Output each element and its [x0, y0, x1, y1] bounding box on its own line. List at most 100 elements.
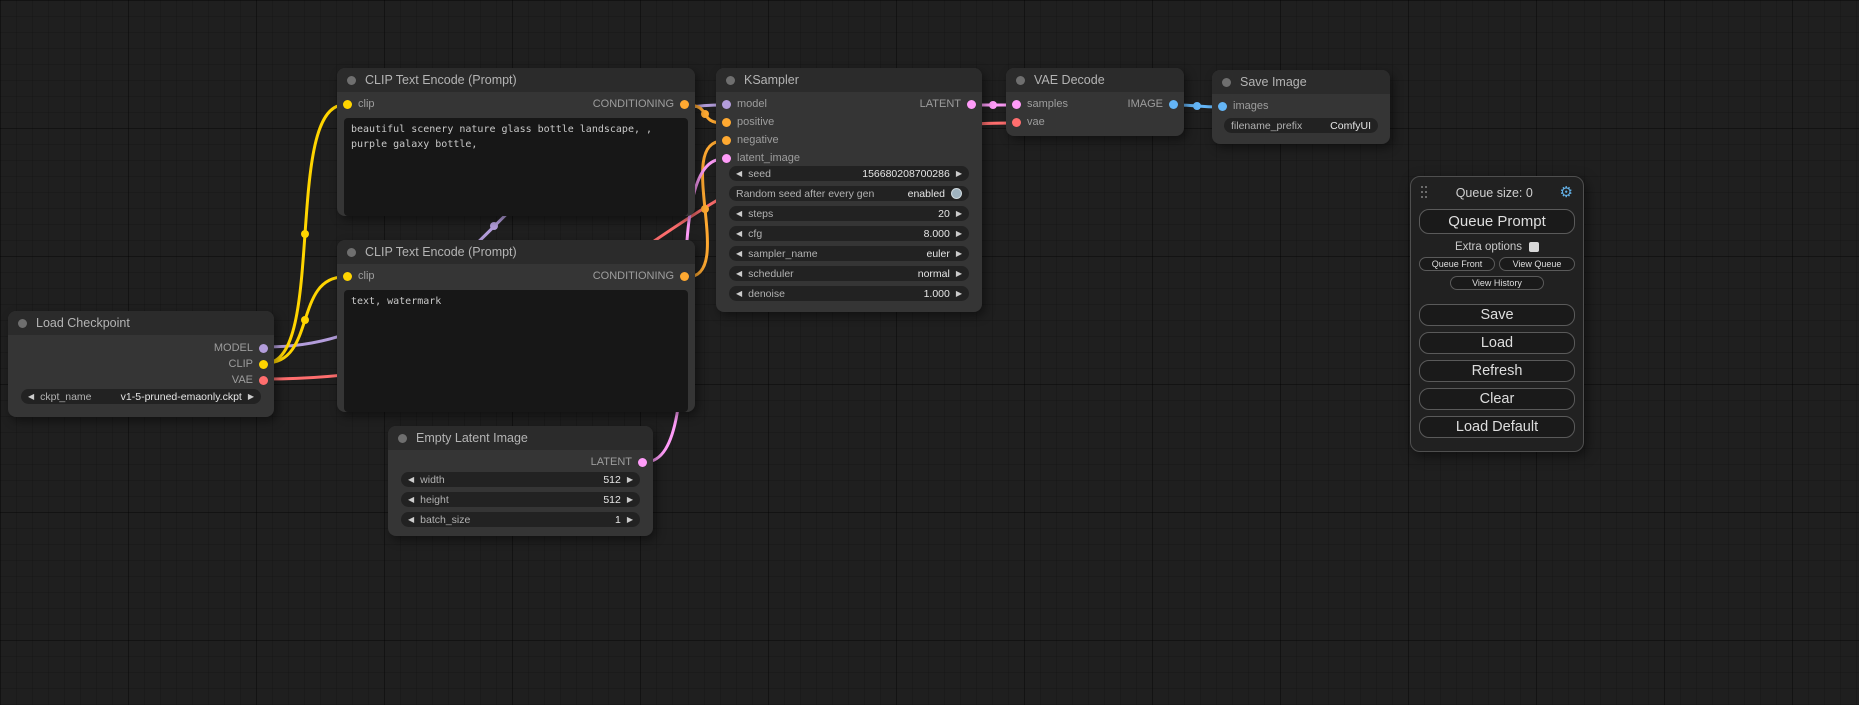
- decrement-arrow-icon[interactable]: ◀: [736, 270, 742, 278]
- widget-value[interactable]: 156680208700286: [862, 168, 950, 180]
- node-title-bar[interactable]: Save Image: [1212, 70, 1390, 94]
- widget-width[interactable]: ◀ width 512 ▶: [401, 472, 640, 487]
- input-slot-clip[interactable]: clip: [343, 96, 375, 112]
- negative-prompt-textarea[interactable]: text, watermark: [344, 290, 688, 412]
- input-slot-negative[interactable]: negative: [722, 132, 779, 148]
- increment-arrow-icon[interactable]: ▶: [956, 270, 962, 278]
- settings-gear-icon[interactable]: ⚙: [1560, 185, 1573, 200]
- images-input-dot[interactable]: [1218, 102, 1227, 111]
- node-title-bar[interactable]: CLIP Text Encode (Prompt): [337, 68, 695, 92]
- input-slot-positive[interactable]: positive: [722, 114, 774, 130]
- decrement-arrow-icon[interactable]: ◀: [736, 210, 742, 218]
- latent-output-dot[interactable]: [967, 100, 976, 109]
- increment-arrow-icon[interactable]: ▶: [956, 210, 962, 218]
- clip-output-dot[interactable]: [259, 360, 268, 369]
- output-slot-image[interactable]: IMAGE: [1128, 96, 1178, 112]
- decrement-arrow-icon[interactable]: ◀: [28, 393, 34, 401]
- negative-input-dot[interactable]: [722, 136, 731, 145]
- load-button[interactable]: Load: [1419, 332, 1575, 354]
- model-input-dot[interactable]: [722, 100, 731, 109]
- output-slot-clip[interactable]: CLIP: [229, 356, 268, 372]
- node-load-checkpoint[interactable]: Load Checkpoint MODEL CLIP VAE ◀ ckpt_na…: [8, 311, 274, 417]
- input-slot-model[interactable]: model: [722, 96, 767, 112]
- increment-arrow-icon[interactable]: ▶: [956, 250, 962, 258]
- conditioning-output-dot[interactable]: [680, 100, 689, 109]
- node-clip-text-encode-positive[interactable]: CLIP Text Encode (Prompt) clip CONDITION…: [337, 68, 695, 216]
- widget-value[interactable]: v1-5-pruned-emaonly.ckpt: [121, 391, 242, 403]
- node-save-image[interactable]: Save Image images filename_prefix ComfyU…: [1212, 70, 1390, 144]
- widget-value[interactable]: 512: [603, 474, 621, 486]
- input-slot-samples[interactable]: samples: [1012, 96, 1068, 112]
- decrement-arrow-icon[interactable]: ◀: [736, 250, 742, 258]
- collapse-dot-icon[interactable]: [347, 76, 356, 85]
- output-slot-model[interactable]: MODEL: [214, 340, 268, 356]
- widget-sampler-name[interactable]: ◀ sampler_name euler ▶: [729, 246, 969, 261]
- decrement-arrow-icon[interactable]: ◀: [408, 476, 414, 484]
- widget-denoise[interactable]: ◀ denoise 1.000 ▶: [729, 286, 969, 301]
- output-slot-latent[interactable]: LATENT: [591, 454, 647, 470]
- widget-cfg[interactable]: ◀ cfg 8.000 ▶: [729, 226, 969, 241]
- collapse-dot-icon[interactable]: [398, 434, 407, 443]
- decrement-arrow-icon[interactable]: ◀: [736, 290, 742, 298]
- samples-input-dot[interactable]: [1012, 100, 1021, 109]
- drag-handle-icon[interactable]: [1421, 186, 1429, 199]
- decrement-arrow-icon[interactable]: ◀: [736, 230, 742, 238]
- widget-height[interactable]: ◀ height 512 ▶: [401, 492, 640, 507]
- widget-batch-size[interactable]: ◀ batch_size 1 ▶: [401, 512, 640, 527]
- node-title-bar[interactable]: Empty Latent Image: [388, 426, 653, 450]
- widget-random-seed-toggle[interactable]: Random seed after every gen enabled: [729, 186, 969, 201]
- collapse-dot-icon[interactable]: [1222, 78, 1231, 87]
- node-title-bar[interactable]: CLIP Text Encode (Prompt): [337, 240, 695, 264]
- widget-value[interactable]: enabled: [908, 188, 945, 200]
- node-ksampler[interactable]: KSampler model positive negative latent_…: [716, 68, 982, 312]
- widget-value[interactable]: 1.000: [924, 288, 950, 300]
- clip-input-dot[interactable]: [343, 272, 352, 281]
- widget-scheduler[interactable]: ◀ scheduler normal ▶: [729, 266, 969, 281]
- increment-arrow-icon[interactable]: ▶: [956, 170, 962, 178]
- node-empty-latent-image[interactable]: Empty Latent Image LATENT ◀ width 512 ▶ …: [388, 426, 653, 536]
- decrement-arrow-icon[interactable]: ◀: [736, 170, 742, 178]
- output-slot-conditioning[interactable]: CONDITIONING: [593, 96, 689, 112]
- widget-value[interactable]: 512: [603, 494, 621, 506]
- image-output-dot[interactable]: [1169, 100, 1178, 109]
- node-vae-decode[interactable]: VAE Decode samples vae IMAGE: [1006, 68, 1184, 136]
- queue-front-button[interactable]: Queue Front: [1419, 257, 1495, 271]
- increment-arrow-icon[interactable]: ▶: [956, 230, 962, 238]
- latent-image-input-dot[interactable]: [722, 154, 731, 163]
- output-slot-latent[interactable]: LATENT: [920, 96, 976, 112]
- node-title-bar[interactable]: KSampler: [716, 68, 982, 92]
- increment-arrow-icon[interactable]: ▶: [627, 516, 633, 524]
- widget-value[interactable]: 8.000: [924, 228, 950, 240]
- node-clip-text-encode-negative[interactable]: CLIP Text Encode (Prompt) clip CONDITION…: [337, 240, 695, 412]
- input-slot-images[interactable]: images: [1218, 98, 1268, 114]
- widget-value[interactable]: euler: [926, 248, 949, 260]
- increment-arrow-icon[interactable]: ▶: [956, 290, 962, 298]
- load-default-button[interactable]: Load Default: [1419, 416, 1575, 438]
- widget-value[interactable]: normal: [918, 268, 950, 280]
- positive-input-dot[interactable]: [722, 118, 731, 127]
- view-queue-button[interactable]: View Queue: [1499, 257, 1575, 271]
- input-slot-latent-image[interactable]: latent_image: [722, 150, 800, 166]
- node-title-bar[interactable]: Load Checkpoint: [8, 311, 274, 335]
- queue-prompt-button[interactable]: Queue Prompt: [1419, 209, 1575, 234]
- input-slot-vae[interactable]: vae: [1012, 114, 1045, 130]
- save-button[interactable]: Save: [1419, 304, 1575, 326]
- clear-button[interactable]: Clear: [1419, 388, 1575, 410]
- extra-options-checkbox[interactable]: [1529, 242, 1539, 252]
- output-slot-conditioning[interactable]: CONDITIONING: [593, 268, 689, 284]
- view-history-button[interactable]: View History: [1450, 276, 1544, 290]
- widget-steps[interactable]: ◀ steps 20 ▶: [729, 206, 969, 221]
- latent-output-dot[interactable]: [638, 458, 647, 467]
- collapse-dot-icon[interactable]: [347, 248, 356, 257]
- toggle-dot-icon[interactable]: [951, 188, 962, 199]
- widget-value[interactable]: 20: [938, 208, 950, 220]
- widget-seed[interactable]: ◀ seed 156680208700286 ▶: [729, 166, 969, 181]
- conditioning-output-dot[interactable]: [680, 272, 689, 281]
- vae-output-dot[interactable]: [259, 376, 268, 385]
- increment-arrow-icon[interactable]: ▶: [627, 476, 633, 484]
- model-output-dot[interactable]: [259, 344, 268, 353]
- graph-canvas[interactable]: Load Checkpoint MODEL CLIP VAE ◀ ckpt_na…: [0, 0, 1859, 705]
- decrement-arrow-icon[interactable]: ◀: [408, 496, 414, 504]
- widget-filename-prefix[interactable]: filename_prefix ComfyUI: [1224, 118, 1378, 133]
- increment-arrow-icon[interactable]: ▶: [248, 393, 254, 401]
